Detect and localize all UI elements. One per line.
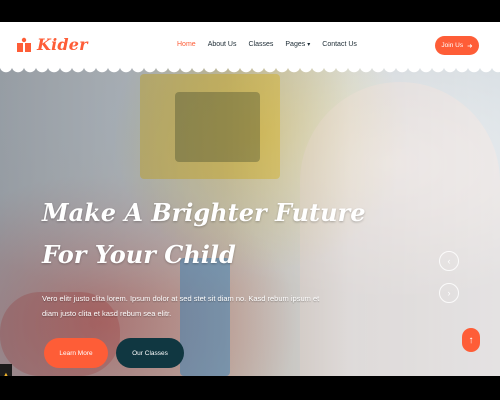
nav-pages[interactable]: Pages ▾ bbox=[285, 41, 310, 48]
our-classes-button[interactable]: Our Classes bbox=[116, 338, 184, 368]
brand-logo[interactable]: Kider bbox=[16, 35, 88, 54]
arrow-right-icon: ➜ bbox=[467, 42, 473, 50]
side-widget-tab[interactable]: ▲ bbox=[0, 364, 12, 376]
navbar: Kider Home About Us Classes Pages ▾ Conta… bbox=[0, 22, 500, 66]
hero-title-line2: For Your Child bbox=[42, 240, 236, 269]
navbar-scallop-edge bbox=[0, 66, 500, 74]
book-shelf-icon bbox=[17, 37, 31, 52]
chevron-left-icon: ‹ bbox=[447, 256, 451, 266]
hero-title-line1: Make A Brighter Future bbox=[42, 198, 366, 227]
hero-title: Make A Brighter Future For Your Child bbox=[42, 192, 366, 276]
brand-name: Kider bbox=[37, 35, 88, 54]
nav-pages-label: Pages bbox=[285, 41, 306, 48]
page-frame: Kider Home About Us Classes Pages ▾ Conta… bbox=[0, 22, 500, 376]
hero-description: Vero elitr justo clita lorem. Ipsum dolo… bbox=[42, 294, 320, 318]
nav-home[interactable]: Home bbox=[177, 41, 196, 48]
nav-contact-us[interactable]: Contact Us bbox=[322, 41, 357, 48]
nav-classes[interactable]: Classes bbox=[248, 41, 273, 48]
back-to-top-button[interactable]: ↑ bbox=[462, 328, 480, 352]
join-us-label: Join Us bbox=[441, 42, 464, 49]
carousel-next-button[interactable]: › bbox=[439, 283, 459, 303]
chevron-right-icon: › bbox=[447, 288, 451, 298]
carousel-prev-button[interactable]: ‹ bbox=[439, 251, 459, 271]
nav-about-us[interactable]: About Us bbox=[208, 41, 237, 48]
main-nav: Home About Us Classes Pages ▾ Contact Us bbox=[177, 41, 357, 48]
join-us-button[interactable]: Join Us ➜ bbox=[435, 36, 479, 55]
warning-icon: ▲ bbox=[1, 370, 11, 376]
learn-more-button[interactable]: Learn More bbox=[44, 338, 108, 368]
chevron-down-icon: ▾ bbox=[307, 42, 311, 48]
arrow-up-icon: ↑ bbox=[468, 334, 474, 346]
